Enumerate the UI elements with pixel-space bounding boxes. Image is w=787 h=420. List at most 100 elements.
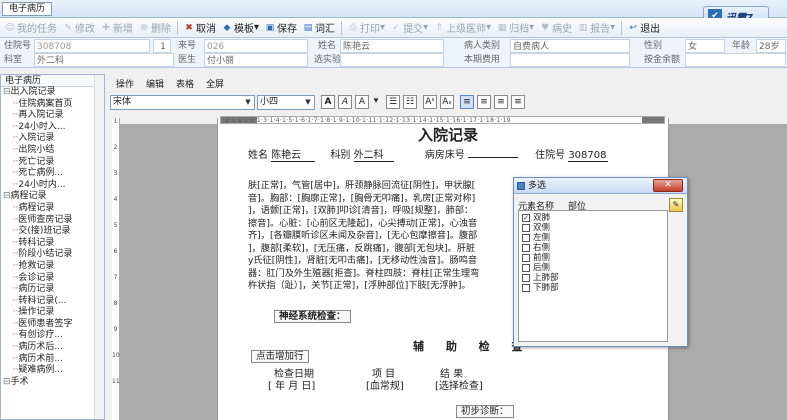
toolbar-button-3[interactable]: ⊗ 删除 — [136, 19, 174, 37]
close-icon[interactable]: ✕ — [653, 179, 683, 192]
checkbox-checked-icon[interactable]: ✓ — [522, 214, 530, 222]
exam-result-field[interactable]: [选择检查] — [435, 377, 483, 392]
tree-scrollbar[interactable] — [94, 75, 104, 419]
tree-item[interactable]: ┈病历记录 — [1, 284, 104, 296]
tree-item[interactable]: ┈有创诊疗... — [1, 330, 104, 342]
checkbox-icon[interactable] — [522, 274, 530, 282]
initial-diagnosis-button[interactable]: 初步诊断： — [456, 405, 514, 418]
patient-type-field[interactable]: 自费病人 — [510, 39, 630, 53]
toolbar-button-11[interactable]: ▦ 归档 ▾ — [494, 19, 537, 37]
checkbox-icon[interactable] — [522, 284, 530, 292]
option-row[interactable]: 上肺部 — [519, 273, 667, 283]
dept-field[interactable]: 外二科 — [34, 53, 174, 67]
justify-icon[interactable]: ≡ — [511, 95, 525, 109]
checkbox-icon[interactable] — [522, 244, 530, 252]
deposit-balance-field[interactable] — [685, 53, 786, 67]
exam-date-field[interactable]: [ 年 月 日] — [268, 377, 315, 392]
toolbar-button-6[interactable]: ▣ 保存 — [262, 19, 300, 37]
room-no-field[interactable]: 026 — [204, 39, 308, 53]
tree-item[interactable]: ┈医师患者签字 — [1, 319, 104, 331]
option-row[interactable]: 下肺部 — [519, 283, 667, 293]
align-left-icon[interactable]: ≡ — [460, 95, 474, 109]
font-color-dropdown-icon[interactable]: ▾ — [372, 95, 380, 109]
inpatient-no-field[interactable]: 308708 — [34, 39, 150, 53]
tree-folder[interactable]: ⊟出入院记录 — [1, 87, 104, 99]
editor-menu-item[interactable]: 编辑 — [146, 77, 164, 90]
toolbar-button-5[interactable]: ◆ 模板 ▾ — [219, 19, 262, 37]
name-field[interactable]: 陈艳云 — [340, 39, 444, 53]
doc-dept-value[interactable]: 外二科 — [353, 146, 394, 162]
tree-item[interactable]: ┈疑难病例... — [1, 365, 104, 377]
tree-item[interactable]: ┈医师查房记录 — [1, 215, 104, 227]
option-row[interactable]: 双侧 — [519, 223, 667, 233]
font-size-select[interactable]: 小四 ▼ — [257, 94, 315, 110]
physical-exam-text[interactable]: 肤[正常]，气管[居中]，肝颈静脉回流征[阴性]，甲状腺[音]。胸部：[胸廓正常… — [248, 180, 518, 293]
font-family-select[interactable]: 宋体 ▼ — [110, 94, 255, 110]
tree-item[interactable]: ┈病历术前... — [1, 354, 104, 366]
border-icon[interactable]: ☰ — [386, 95, 400, 109]
checkbox-icon[interactable] — [522, 254, 530, 262]
subscript-icon[interactable]: Aₛ — [440, 95, 454, 109]
lab-field[interactable] — [340, 53, 444, 67]
tree-item[interactable]: ┈入院记录 — [1, 133, 104, 145]
toolbar-button-8[interactable]: ⎙ 打印 ▾ — [345, 19, 388, 37]
age-field[interactable]: 28岁 — [756, 39, 786, 53]
toolbar-button-4[interactable]: ✖ 取消 — [181, 19, 219, 37]
checkbox-icon[interactable] — [522, 264, 530, 272]
editor-menu-item[interactable]: 表格 — [176, 77, 194, 90]
align-right-icon[interactable]: ≡ — [494, 95, 508, 109]
tree-folder[interactable]: ⊟手术 — [1, 377, 104, 389]
tree-item[interactable]: ┈死亡病例... — [1, 168, 104, 180]
tree-item[interactable]: ┈死亡记录 — [1, 157, 104, 169]
doc-name-value[interactable]: 陈艳云 — [271, 146, 316, 162]
toolbar-button-2[interactable]: ✚ 新增 — [98, 19, 136, 37]
tree-item[interactable]: ┈转科记录(... — [1, 296, 104, 308]
superscript-icon[interactable]: Aˢ — [423, 95, 437, 109]
exam-item-field[interactable]: [血常规] — [366, 377, 404, 392]
tree-item[interactable]: ┈住院病案首页 — [1, 99, 104, 111]
italic-icon[interactable]: A — [338, 95, 352, 109]
edit-icon[interactable]: ✎ — [669, 198, 683, 212]
dialog-titlebar[interactable]: 多选 ✕ — [514, 178, 687, 194]
toolbar-button-10[interactable]: ⇑ 上级医师 ▾ — [431, 19, 494, 37]
toolbar-button-13[interactable]: ▥ 报告 ▾ — [575, 19, 618, 37]
option-row[interactable]: ✓ 双肺 — [519, 213, 667, 223]
tree-item[interactable]: ┈再入院记录 — [1, 110, 104, 122]
editor-menu-item[interactable]: 操作 — [116, 77, 134, 90]
option-row[interactable]: 左侧 — [519, 233, 667, 243]
bold-icon[interactable]: A — [321, 95, 335, 109]
option-row[interactable]: 右侧 — [519, 243, 667, 253]
add-row-button[interactable]: 点击增加行 — [251, 350, 309, 363]
tree-item[interactable]: ┈交(接)班记录 — [1, 226, 104, 238]
neuro-exam-button[interactable]: 神经系统检查： — [274, 310, 351, 323]
tree-item[interactable]: ┈转科记录 — [1, 238, 104, 250]
checkbox-icon[interactable] — [522, 224, 530, 232]
app-tab[interactable]: 电子病历 — [2, 2, 53, 16]
tree-item[interactable]: ┈阶段小结记录 — [1, 249, 104, 261]
current-fee-field[interactable] — [510, 53, 630, 67]
table-icon[interactable]: ☷ — [403, 95, 417, 109]
toolbar-button-7[interactable]: ▤ 词汇 — [300, 19, 338, 37]
doc-inpatient-value[interactable]: 308708 — [568, 150, 609, 162]
tree-item[interactable]: ┈出院小结 — [1, 145, 104, 157]
tree-item[interactable]: ┈24小时内... — [1, 180, 104, 192]
option-row[interactable]: 前侧 — [519, 253, 667, 263]
toolbar-button-12[interactable]: ♥ 病史 — [537, 19, 575, 37]
toolbar-button-14[interactable]: ↩ 退出 — [625, 19, 663, 37]
tree-folder[interactable]: ⊟病程记录 — [1, 191, 104, 203]
doctor-field[interactable]: 付小丽 — [204, 53, 308, 67]
font-color-icon[interactable]: A — [355, 95, 369, 109]
toolbar-button-1[interactable]: ✎ 修改 — [60, 19, 98, 37]
doc-bed-value[interactable] — [467, 157, 518, 158]
tree-item[interactable]: ┈会诊记录 — [1, 273, 104, 285]
gender-field[interactable]: 女 — [685, 39, 725, 53]
tree-item[interactable]: ┈抢救记录 — [1, 261, 104, 273]
tree-item[interactable]: ┈操作记录 — [1, 307, 104, 319]
align-center-icon[interactable]: ≡ — [477, 95, 491, 109]
editor-menu-item[interactable]: 全屏 — [206, 77, 224, 90]
toolbar-button-0[interactable]: ☺ 我的任务 — [2, 19, 60, 37]
tree-item[interactable]: ┈病程记录 — [1, 203, 104, 215]
bed-no-field[interactable]: 1 — [153, 39, 171, 53]
tree-item[interactable]: ┈病历术后... — [1, 342, 104, 354]
option-row[interactable]: 后侧 — [519, 263, 667, 273]
